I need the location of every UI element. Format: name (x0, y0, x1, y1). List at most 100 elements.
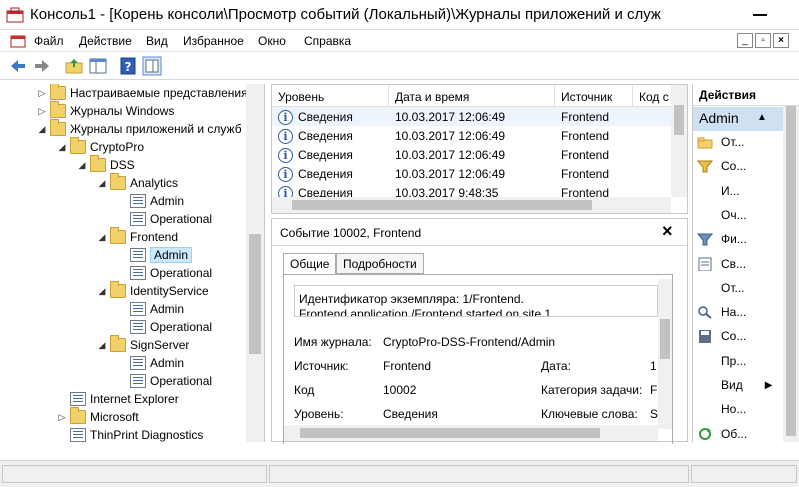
menu-view[interactable]: Вид (146, 34, 168, 48)
filter-create-icon (697, 160, 713, 173)
tree-item[interactable]: ◢ IdentityService (96, 281, 209, 300)
column-header-code[interactable]: Код с (633, 85, 673, 107)
console-menu-icon[interactable] (10, 34, 26, 48)
back-arrow-icon[interactable] (8, 56, 28, 76)
events-scroll-thumb[interactable] (674, 105, 684, 135)
action-item[interactable]: Св... (697, 254, 746, 274)
detail-vertical-scrollbar[interactable] (658, 279, 672, 429)
detail-scroll-thumb[interactable] (660, 319, 670, 359)
tree-item[interactable]: Internet Explorer (56, 390, 179, 408)
collapse-arrow-icon[interactable]: ▲ (757, 112, 767, 123)
menu-favorites[interactable]: Избранное (183, 34, 244, 48)
folder-icon (50, 84, 66, 100)
mdi-minimize-button[interactable]: _ (737, 33, 753, 48)
table-row[interactable]: i Сведения 10.03.2017 12:06:49 Frontend (272, 164, 672, 183)
action-item[interactable]: Со... (697, 326, 746, 346)
tree-item-label: Internet Explorer (90, 392, 179, 406)
expand-arrow-icon[interactable]: ▷ (36, 106, 48, 117)
action-item[interactable]: Фи... (697, 229, 747, 249)
table-row[interactable]: i Сведения 10.03.2017 12:06:49 Frontend (272, 107, 672, 126)
collapse-arrow-icon[interactable]: ◢ (76, 160, 88, 171)
field-date-label: Дата: (541, 359, 571, 373)
tab-details[interactable]: Подробности (336, 253, 424, 274)
column-header-datetime[interactable]: Дата и время (389, 85, 555, 107)
tree-item[interactable]: Admin (116, 246, 193, 264)
actions-scroll-thumb[interactable] (786, 106, 796, 436)
column-header-source[interactable]: Источник (555, 85, 633, 107)
event-date: 10.03.2017 12:06:49 (395, 110, 506, 124)
menu-help[interactable]: Справка (304, 34, 351, 48)
actions-vertical-scrollbar[interactable] (783, 106, 799, 442)
action-item[interactable]: Оч... (697, 205, 747, 225)
tree-item[interactable]: ThinPrint Diagnostics (56, 426, 203, 442)
collapse-arrow-icon[interactable]: ◢ (36, 124, 48, 135)
actions-section-admin[interactable]: Admin ▲ (693, 107, 783, 131)
tab-general[interactable]: Общие (283, 253, 337, 275)
tree-item[interactable]: Admin (116, 300, 184, 318)
collapse-arrow-icon[interactable]: ◢ (96, 340, 108, 351)
detail-horizontal-scrollbar[interactable] (284, 425, 658, 441)
menu-file[interactable]: Файл (34, 34, 64, 48)
table-row[interactable]: i Сведения 10.03.2017 12:06:49 Frontend (272, 145, 672, 164)
action-item[interactable]: Но... (697, 399, 746, 419)
help-icon[interactable]: ? (118, 56, 138, 76)
mdi-restore-button[interactable]: ▫ (755, 33, 771, 48)
tree-item[interactable]: Operational (116, 318, 212, 336)
tree-item[interactable]: ◢ DSS (76, 155, 135, 174)
window-minimize-button[interactable] (753, 14, 767, 16)
show-hide-tree-icon[interactable] (88, 56, 108, 76)
expand-arrow-icon[interactable]: ▷ (56, 412, 68, 423)
tree-item[interactable]: ▷ Журналы Windows (36, 101, 174, 120)
events-hscroll-thumb[interactable] (292, 200, 592, 210)
tree-item[interactable]: Admin (116, 354, 184, 372)
tree-vertical-scrollbar[interactable] (246, 84, 264, 442)
collapse-arrow-icon[interactable]: ◢ (96, 232, 108, 243)
show-hide-action-pane-icon[interactable] (142, 56, 162, 76)
folder-icon (110, 335, 126, 352)
detail-hscroll-thumb[interactable] (300, 428, 600, 438)
collapse-arrow-icon[interactable]: ◢ (56, 142, 68, 153)
action-item[interactable]: Со... (697, 156, 746, 176)
mdi-close-button[interactable]: × (773, 33, 789, 48)
expand-arrow-icon[interactable]: ▷ (36, 88, 48, 99)
collapse-arrow-icon[interactable]: ◢ (96, 178, 108, 189)
tree-item-label: IdentityService (130, 284, 209, 298)
tree-item[interactable]: ◢ Analytics (96, 173, 178, 192)
forward-arrow-icon[interactable] (32, 56, 52, 76)
collapse-arrow-icon[interactable]: ◢ (96, 286, 108, 297)
action-item[interactable]: От... (697, 132, 745, 152)
info-icon: i (278, 167, 293, 182)
tree-item[interactable]: ◢ Журналы приложений и служб (36, 119, 242, 138)
action-item[interactable]: Вид ▶ (697, 375, 772, 395)
tree-item[interactable]: Operational (116, 264, 212, 282)
action-item[interactable]: И... (697, 181, 740, 201)
folder-icon (70, 137, 86, 154)
tree-item[interactable]: ▷ Настраиваемые представления (36, 84, 248, 102)
tree-item[interactable]: ◢ SignServer (96, 335, 189, 354)
up-folder-icon[interactable] (64, 56, 84, 76)
menu-action[interactable]: Действие (79, 34, 132, 48)
tree-scroll-thumb[interactable] (249, 234, 261, 354)
menu-window[interactable]: Окно (258, 34, 286, 48)
tree-item[interactable]: Operational (116, 210, 212, 228)
tree-item[interactable]: Admin (116, 192, 184, 210)
action-item[interactable]: Пр... (697, 351, 746, 371)
blank-icon (697, 402, 713, 416)
tree-item[interactable]: ◢ Frontend (96, 227, 178, 246)
action-item-label: И... (721, 183, 740, 198)
event-source: Frontend (561, 129, 610, 143)
detail-close-button[interactable]: × (662, 221, 673, 242)
tree-item[interactable]: ▷ Microsoft (56, 407, 139, 426)
action-item[interactable]: Об... (697, 424, 747, 442)
log-icon (130, 356, 146, 370)
action-item[interactable]: От... (697, 278, 745, 298)
events-horizontal-scrollbar[interactable] (272, 197, 671, 213)
table-row[interactable]: i Сведения 10.03.2017 12:06:49 Frontend (272, 126, 672, 145)
events-vertical-scrollbar[interactable] (671, 85, 687, 197)
tree-item-label: Настраиваемые представления (70, 86, 248, 100)
action-item[interactable]: На... (697, 302, 746, 322)
tree-item[interactable]: Operational (116, 372, 212, 390)
status-bar (0, 460, 799, 487)
column-header-level[interactable]: Уровень (272, 85, 389, 107)
tree-item[interactable]: ◢ CryptoPro (56, 137, 144, 156)
